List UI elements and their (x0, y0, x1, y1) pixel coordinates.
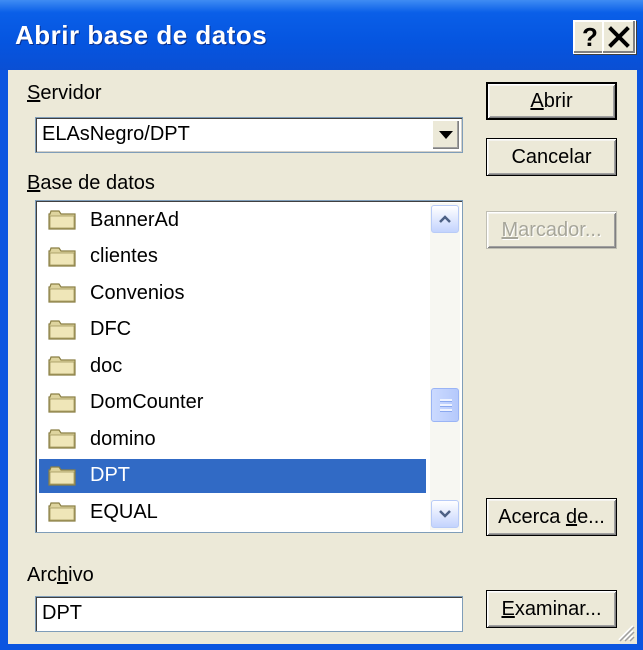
bookmark-button: Marcador... (486, 211, 617, 249)
file-value: DPT (42, 602, 82, 624)
folder-icon (48, 319, 76, 340)
database-list-item[interactable]: domino (39, 422, 426, 456)
folder-icon (48, 465, 76, 486)
database-item-label: DFC (90, 318, 132, 340)
database-item-label: BannerAd (90, 208, 179, 231)
help-icon: ? (582, 21, 598, 52)
folder-icon (48, 429, 76, 449)
chevron-down-icon (439, 131, 453, 139)
server-label: Servidor (27, 82, 102, 104)
thumb-grip (440, 404, 452, 407)
open-database-dialog: Abrir base de datos ? Servidor ELAsNegro… (0, 0, 643, 650)
database-item-label: Convenios (90, 281, 185, 304)
folder-icon (48, 356, 76, 376)
database-list-item[interactable]: EQUAL (39, 495, 426, 529)
scroll-down-button[interactable] (431, 500, 459, 528)
thumb-grip (440, 409, 452, 412)
server-combobox[interactable]: ELAsNegro/DPT (35, 117, 463, 153)
chevron-down-icon (439, 510, 451, 518)
folder-icon (48, 210, 76, 230)
folder-icon (48, 246, 76, 267)
database-label: Base de datos (27, 172, 155, 194)
database-list-item[interactable]: DPT (39, 458, 426, 493)
chevron-up-icon (439, 215, 451, 223)
resize-grip-icon[interactable] (615, 622, 635, 642)
folder-icon (48, 502, 76, 522)
window-title: Abrir base de datos (15, 20, 268, 50)
database-list-item[interactable]: clientes (39, 240, 426, 274)
database-list-item[interactable]: Convenios (39, 276, 426, 310)
title-bar[interactable]: Abrir base de datos ? (0, 0, 643, 70)
server-value: ELAsNegro/DPT (42, 123, 190, 145)
about-button[interactable]: Acerca d e... (486, 498, 617, 536)
server-dropdown-button[interactable] (432, 120, 460, 150)
scroll-thumb[interactable] (431, 388, 459, 422)
close-button[interactable] (602, 20, 636, 54)
database-item-label: clientes (90, 245, 158, 267)
database-item-label: doc (90, 354, 123, 377)
database-item-label: DomCounter (90, 391, 204, 413)
database-item-label: EQUAL (90, 500, 158, 523)
close-icon (608, 26, 630, 48)
database-list-item[interactable]: BannerAd (39, 203, 426, 237)
thumb-grip (440, 399, 452, 402)
open-button[interactable]: Abrir (486, 82, 617, 120)
browse-button[interactable]: Examinar... (486, 590, 617, 628)
file-label: Archivo (27, 564, 94, 586)
database-item-label: domino (90, 427, 156, 450)
database-listbox[interactable]: BannerAd clientes Convenios DFC doc DomCounte… (35, 200, 463, 533)
vertical-scrollbar[interactable] (430, 203, 460, 530)
file-input[interactable]: DPT (35, 596, 463, 632)
scroll-up-button[interactable] (431, 205, 459, 233)
database-item-label: DPT (90, 464, 130, 486)
database-list-item[interactable]: DFC (39, 313, 426, 347)
database-list-item[interactable]: DomCounter (39, 386, 426, 420)
folder-icon (48, 392, 76, 413)
folder-icon (48, 283, 76, 303)
database-list-item[interactable]: doc (39, 349, 426, 383)
cancel-button[interactable]: Cancelar (486, 138, 617, 176)
